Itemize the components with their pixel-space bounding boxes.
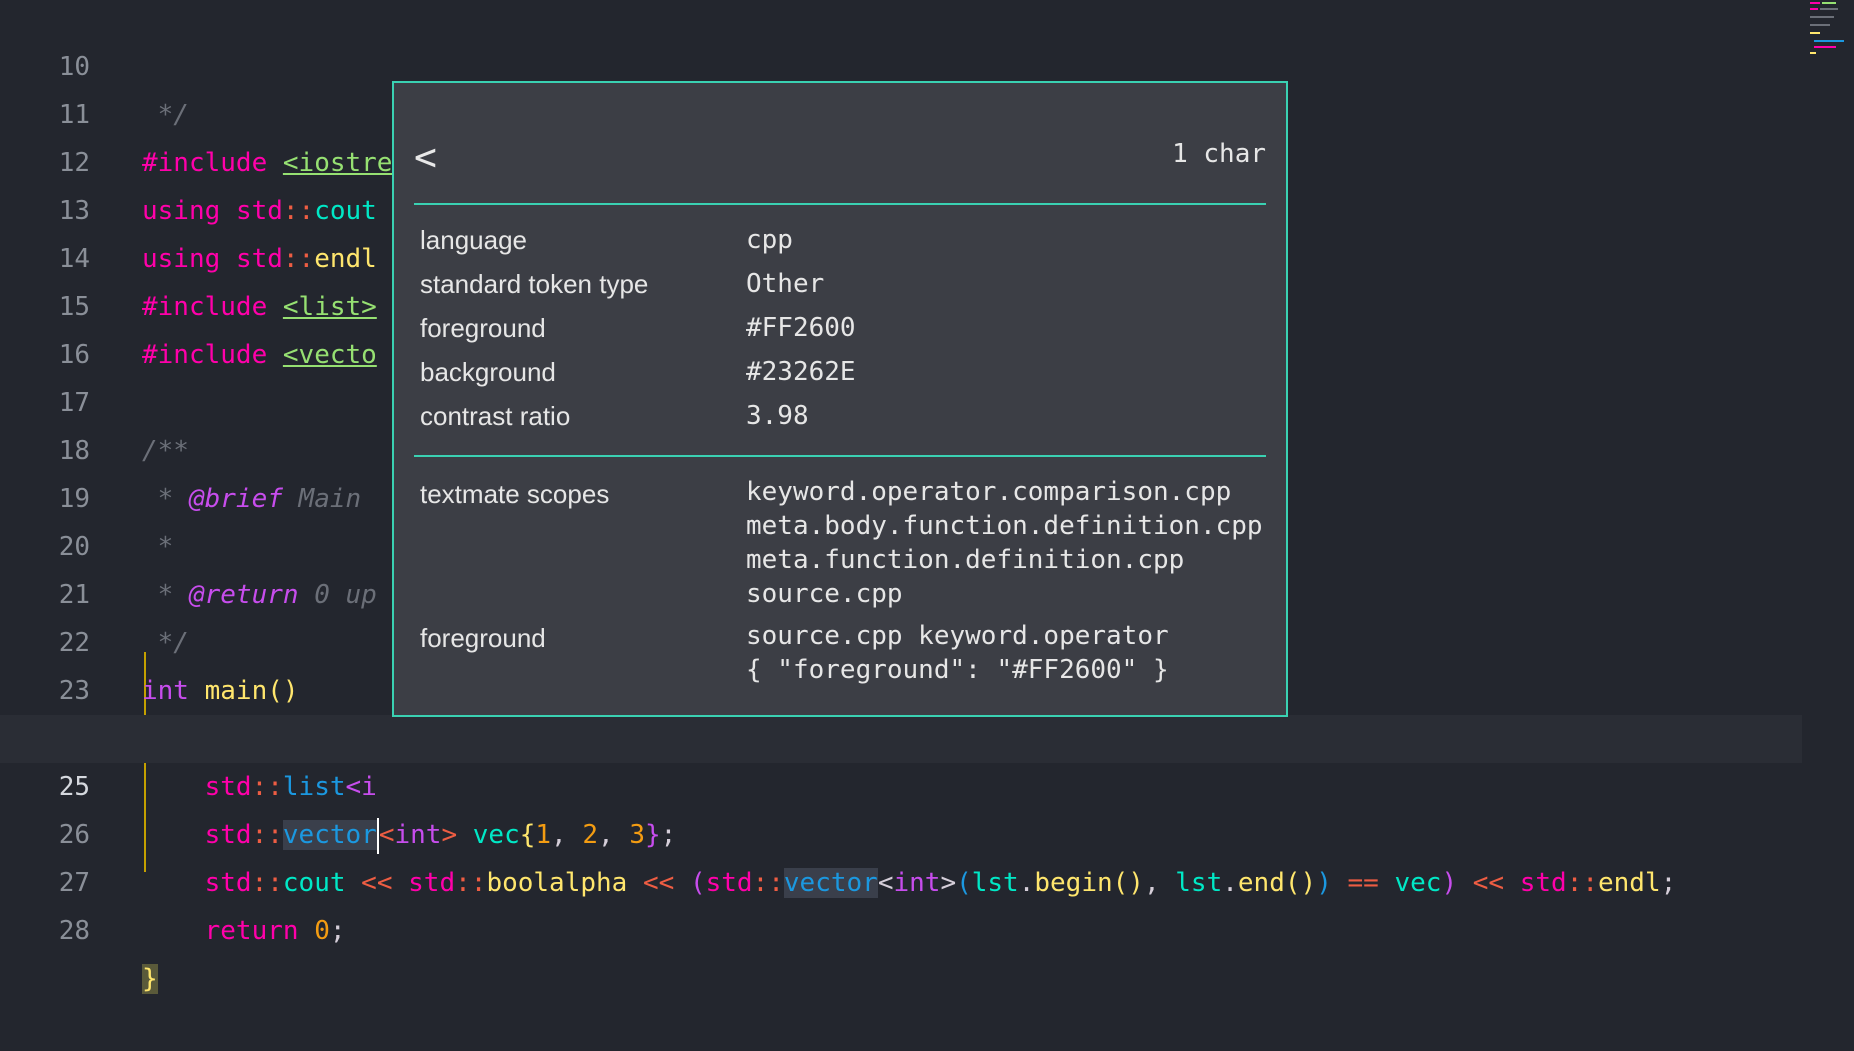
fg-rule-label: foreground xyxy=(420,623,546,653)
minimap-line xyxy=(1814,40,1844,42)
code-line-26[interactable]: 26 std::cout << std::boolalpha << (std::… xyxy=(0,763,1802,898)
divider xyxy=(414,455,1266,457)
number: 0 xyxy=(314,916,330,946)
minimap-line xyxy=(1810,52,1816,54)
divider xyxy=(414,203,1266,205)
minimap-line xyxy=(1810,2,1820,4)
info-label: background xyxy=(420,357,556,387)
minimap-line xyxy=(1810,24,1830,26)
info-label: foreground xyxy=(420,313,546,343)
minimap-line xyxy=(1810,16,1834,18)
char-count: 1 char xyxy=(1172,139,1266,169)
fg-rule-value: source.cpp keyword.operator { "foregroun… xyxy=(746,621,1169,685)
info-label: standard token type xyxy=(420,269,649,299)
matched-brace: } xyxy=(142,964,158,994)
scopes-label: textmate scopes xyxy=(420,479,610,509)
minimap-line xyxy=(1810,32,1820,34)
code-line-25[interactable]: 25 std::vector<int> vec{1, 2, 3}; xyxy=(0,715,1802,854)
info-value: 3.98 xyxy=(746,401,809,431)
minimap[interactable] xyxy=(1802,0,1854,60)
token-inspector-hover: < 1 char language cpp standard token typ… xyxy=(392,81,1288,717)
minimap-line xyxy=(1822,2,1836,4)
code-line-10[interactable]: 10 */ xyxy=(0,0,1802,130)
info-value: cpp xyxy=(746,225,793,255)
info-value: Other xyxy=(746,269,825,299)
punct: ; xyxy=(329,916,346,946)
token-preview: < xyxy=(414,135,437,179)
info-value: #FF2600 xyxy=(746,313,856,343)
minimap-line xyxy=(1814,46,1836,48)
scopes-value: keyword.operator.comparison.cpp meta.bod… xyxy=(746,477,1263,609)
line-number: 28 xyxy=(58,916,90,946)
code-line-28[interactable]: 28 } xyxy=(0,859,1802,994)
code-line-27[interactable]: 27 return 0; xyxy=(0,811,1802,946)
keyword: return xyxy=(204,916,299,946)
minimap-line xyxy=(1810,8,1818,10)
info-label: contrast ratio xyxy=(420,401,571,431)
info-value: #23262E xyxy=(746,357,856,387)
info-label: language xyxy=(420,225,527,255)
minimap-line xyxy=(1820,8,1838,10)
